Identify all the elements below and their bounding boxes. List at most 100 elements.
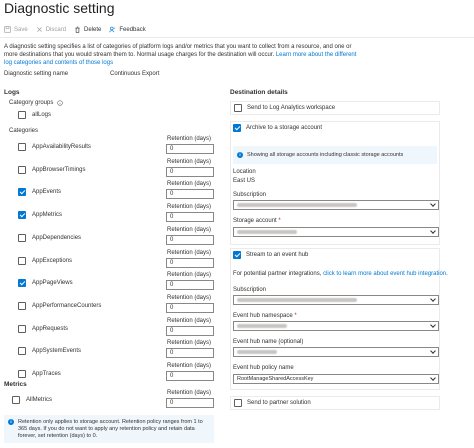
eh-name-dropdown[interactable] bbox=[233, 347, 439, 357]
all-metrics-label: AllMetrics bbox=[26, 397, 53, 403]
feedback-button[interactable]: Feedback bbox=[109, 26, 146, 33]
eh-name-label: Event hub name (optional) bbox=[233, 339, 304, 345]
event-hub-learn-more-link[interactable]: click to learn more about event hub inte… bbox=[323, 271, 448, 277]
metrics-section-title: Metrics bbox=[4, 381, 27, 388]
category-groups-header: Category groups bbox=[9, 100, 64, 106]
delete-label: Delete bbox=[84, 26, 102, 33]
category-retention-input[interactable]: 0 bbox=[166, 144, 214, 154]
category-retention-label: Retention (days) bbox=[167, 158, 212, 165]
eh-namespace-label: Event hub namespace * bbox=[233, 313, 297, 319]
category-checkbox[interactable] bbox=[18, 301, 26, 310]
partner-solution-checkbox[interactable] bbox=[234, 399, 242, 407]
save-button[interactable]: Save bbox=[4, 26, 28, 33]
page-title: Diagnostic setting bbox=[4, 0, 115, 16]
category-label: AppDependencies bbox=[32, 234, 82, 241]
delete-button[interactable]: Delete bbox=[74, 26, 101, 33]
toolbar: Save Discard Delete Feedback bbox=[0, 22, 474, 38]
all-logs-checkbox[interactable] bbox=[18, 111, 26, 119]
eh-policy-dropdown[interactable]: RootManageSharedAccessKey bbox=[233, 374, 439, 384]
eh-name-value-redacted bbox=[237, 350, 277, 354]
category-checkbox[interactable] bbox=[18, 211, 26, 220]
eh-policy-label: Event hub policy name bbox=[233, 365, 294, 371]
retention-info-bar: i Retention only applies to storage acco… bbox=[4, 415, 214, 443]
category-retention-input[interactable]: 0 bbox=[166, 189, 214, 200]
category-retention-label: Retention (days) bbox=[167, 294, 212, 301]
subscription-dropdown[interactable] bbox=[233, 200, 439, 210]
eh-namespace-dropdown[interactable] bbox=[233, 321, 439, 331]
category-checkbox[interactable] bbox=[18, 233, 26, 242]
log-analytics-row: Send to Log Analytics workspace bbox=[230, 101, 440, 115]
feedback-icon bbox=[109, 26, 116, 33]
all-logs-label: allLogs bbox=[32, 112, 52, 118]
archive-label: Archive to a storage account bbox=[246, 125, 323, 131]
category-retention-input[interactable]: 0 bbox=[166, 302, 214, 313]
logs-section-title: Logs bbox=[4, 89, 20, 96]
category-checkbox[interactable] bbox=[18, 324, 26, 333]
category-checkbox[interactable] bbox=[18, 347, 26, 356]
category-checkbox[interactable] bbox=[18, 165, 26, 174]
category-retention-label: Retention (days) bbox=[167, 204, 212, 211]
archive-info-bar: i Showing all storage accounts including… bbox=[233, 146, 437, 164]
event-hub-checkbox[interactable] bbox=[233, 251, 241, 259]
category-label: AppRequests bbox=[32, 325, 69, 332]
save-icon bbox=[4, 26, 11, 33]
category-checkbox[interactable] bbox=[18, 143, 26, 151]
eh-subscription-value-redacted bbox=[237, 298, 357, 302]
category-retention-input[interactable]: 0 bbox=[166, 234, 214, 245]
partner-solution-label: Send to partner solution bbox=[247, 400, 311, 406]
subscription-label: Subscription bbox=[233, 192, 267, 198]
feedback-label: Feedback bbox=[119, 26, 146, 33]
category-retention-input[interactable]: 0 bbox=[166, 325, 214, 336]
log-analytics-checkbox[interactable] bbox=[234, 104, 242, 112]
category-retention-input[interactable]: 0 bbox=[166, 371, 214, 381]
category-checkbox[interactable] bbox=[18, 279, 26, 288]
all-metrics-checkbox[interactable] bbox=[12, 396, 20, 404]
destination-title: Destination details bbox=[230, 89, 288, 96]
log-analytics-label: Send to Log Analytics workspace bbox=[247, 105, 336, 111]
category-retention-input[interactable]: 0 bbox=[166, 257, 214, 268]
location-label: Location bbox=[233, 169, 256, 175]
categories-label: Categories bbox=[9, 128, 39, 134]
category-checkbox[interactable] bbox=[18, 256, 26, 265]
category-retention-input[interactable]: 0 bbox=[166, 166, 214, 177]
archive-checkbox[interactable] bbox=[233, 124, 241, 132]
all-logs-row: allLogs bbox=[18, 111, 51, 119]
category-label: AppPerformanceCounters bbox=[32, 302, 102, 309]
category-checkbox[interactable] bbox=[18, 188, 26, 197]
delete-icon bbox=[75, 26, 80, 33]
description: A diagnostic setting specifies a list of… bbox=[4, 43, 364, 67]
retention-note: Retention only applies to storage accoun… bbox=[18, 419, 203, 439]
location-value: East US bbox=[233, 178, 256, 184]
eh-subscription-label: Subscription bbox=[233, 287, 267, 293]
discard-button[interactable]: Discard bbox=[36, 26, 66, 33]
metrics-retention-label: Retention (days) bbox=[167, 390, 212, 396]
archive-row: Archive to a storage account bbox=[230, 124, 322, 132]
category-checkbox[interactable] bbox=[18, 370, 26, 378]
category-retention-label: Retention (days) bbox=[167, 272, 212, 279]
category-retention-label: Retention (days) bbox=[167, 226, 212, 233]
category-retention-label: Retention (days) bbox=[167, 317, 212, 324]
category-retention-input[interactable]: 0 bbox=[166, 280, 214, 291]
storage-account-dropdown[interactable] bbox=[233, 227, 439, 237]
setting-name-label: Diagnostic setting name bbox=[4, 71, 69, 77]
category-label: AppTraces bbox=[32, 371, 61, 377]
category-label: AppExceptions bbox=[32, 257, 73, 264]
category-label: AppMetrics bbox=[32, 212, 63, 219]
category-retention-label: Retention (days) bbox=[167, 363, 212, 369]
discard-label: Discard bbox=[45, 26, 67, 33]
metrics-retention-input[interactable]: 0 bbox=[166, 398, 214, 408]
info-icon bbox=[57, 100, 64, 106]
storage-account-label: Storage account * bbox=[233, 218, 281, 224]
category-groups-label: Category groups bbox=[9, 100, 54, 106]
category-retention-input[interactable]: 0 bbox=[166, 348, 214, 359]
partner-solution-row: Send to partner solution bbox=[230, 396, 440, 410]
category-label: AppAvailabilityResults bbox=[32, 144, 91, 150]
category-retention-input[interactable]: 0 bbox=[166, 212, 214, 223]
subscription-value-redacted bbox=[237, 203, 357, 207]
eh-subscription-dropdown[interactable] bbox=[233, 295, 439, 305]
category-retention-label: Retention (days) bbox=[167, 136, 212, 142]
partner-integrations-text: For potential partner integrations, clic… bbox=[233, 271, 448, 277]
archive-info-text: Showing all storage accounts including c… bbox=[247, 152, 404, 158]
eh-namespace-value-redacted bbox=[237, 324, 287, 328]
category-retention-label: Retention (days) bbox=[167, 181, 212, 188]
